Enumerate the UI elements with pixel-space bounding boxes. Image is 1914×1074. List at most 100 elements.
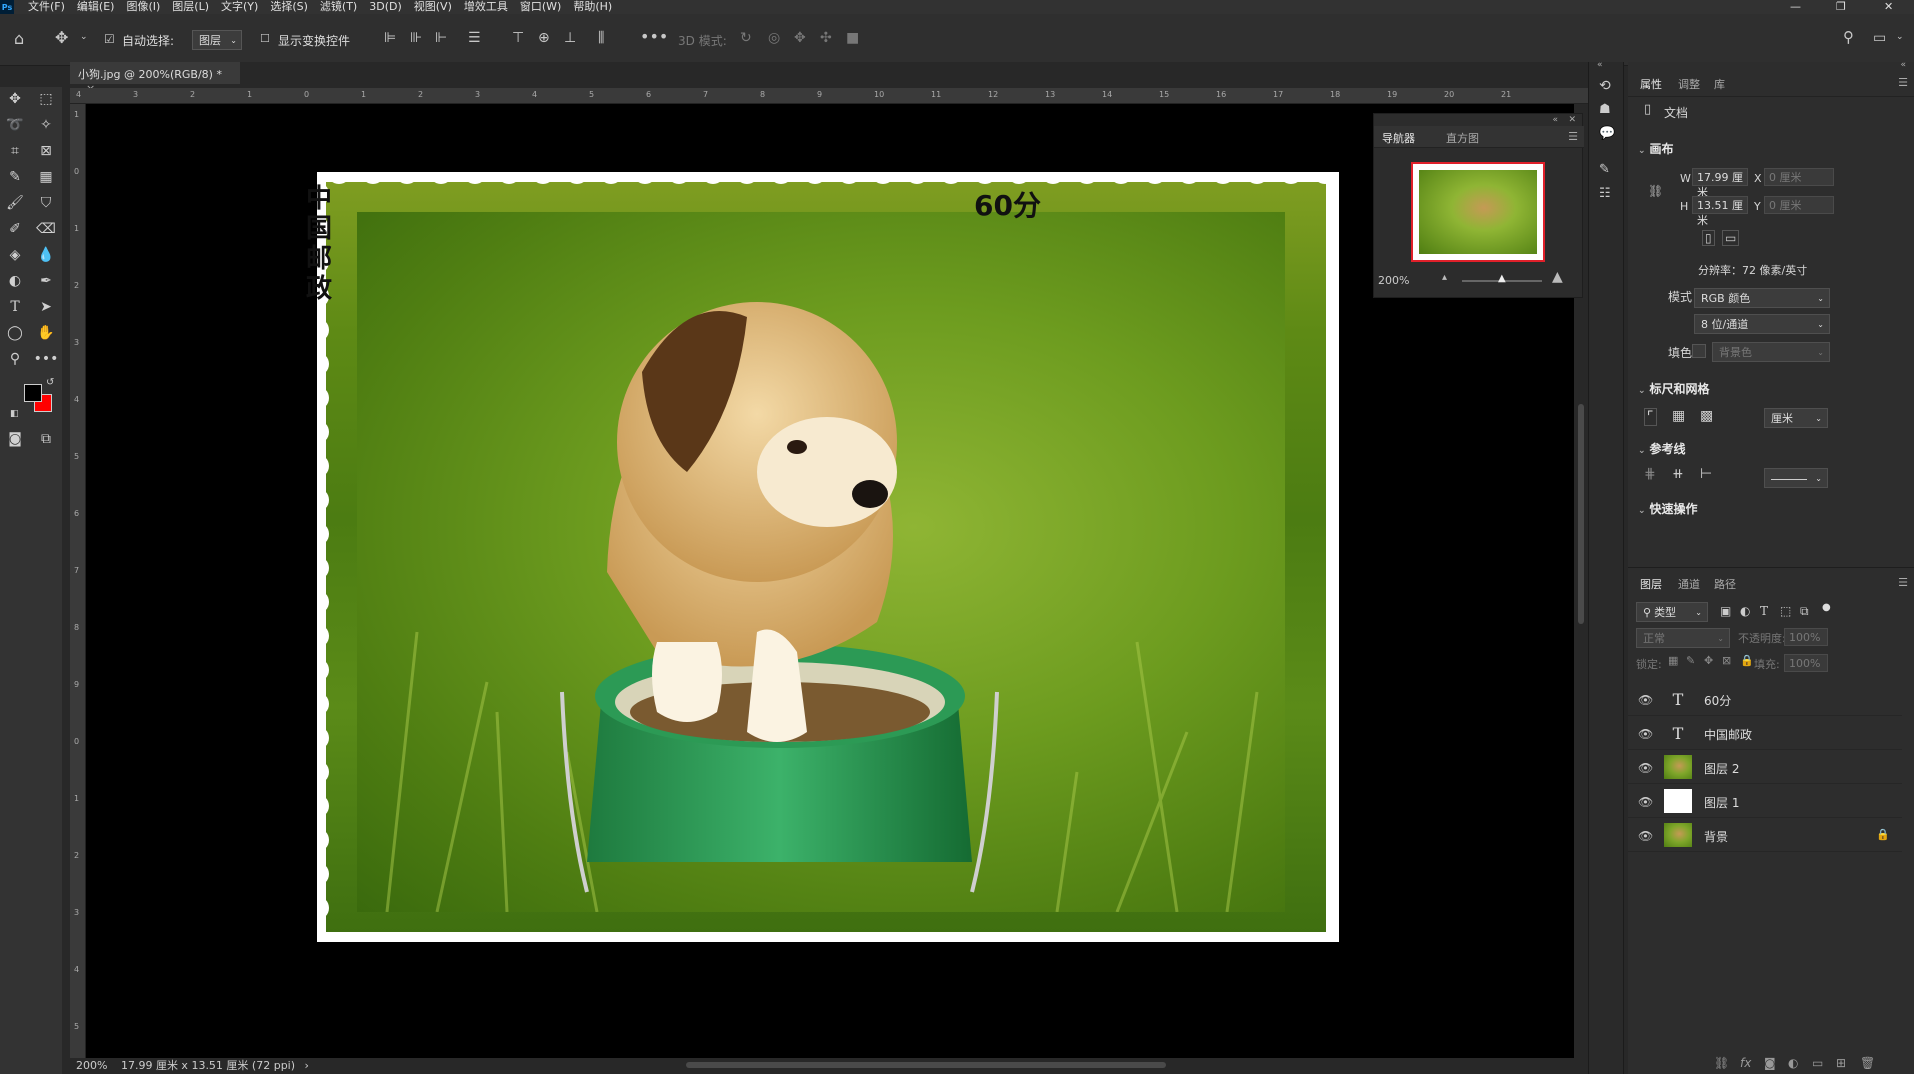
tab-channels[interactable]: 通道 <box>1678 576 1700 592</box>
layer-name[interactable]: 中国邮政 <box>1704 726 1752 743</box>
width-input[interactable]: 17.99 厘米 <box>1692 168 1748 199</box>
path-select-icon[interactable]: ➤ <box>33 295 59 319</box>
fill-dropdown[interactable]: 背景色 ⌄ <box>1712 342 1830 362</box>
dodge-tool-icon[interactable]: ◐ <box>2 269 28 293</box>
workspace-chevron-icon[interactable]: ⌄ <box>1896 33 1904 42</box>
lock-pixels-icon[interactable]: ✎ <box>1686 654 1695 667</box>
actions-panel-icon[interactable]: ☗ <box>1599 102 1611 117</box>
type-tool-icon[interactable]: T <box>2 295 28 319</box>
show-transform-checkbox[interactable]: ☐ <box>260 33 270 44</box>
adjust-sliders-icon[interactable]: ☷ <box>1599 186 1611 201</box>
auto-select-checkbox[interactable]: ☑ <box>104 33 115 45</box>
color-mode-dropdown[interactable]: RGB 颜色 ⌄ <box>1694 288 1830 308</box>
distribute-v-icon[interactable]: ⫼ <box>598 31 604 45</box>
new-layer-icon[interactable]: ⊞ <box>1836 1056 1846 1070</box>
ruler-unit-dropdown[interactable]: 厘米 ⌄ <box>1764 408 1828 428</box>
layer-filter-dropdown[interactable]: ⚲ 类型 ⌄ <box>1636 602 1708 622</box>
menu-image[interactable]: 图像(I) <box>126 0 160 14</box>
opacity-input[interactable]: 100% <box>1784 628 1828 646</box>
document-canvas[interactable]: 中国邮政 60分 <box>86 104 1574 1058</box>
marquee-tool-icon[interactable]: ⬚ <box>33 87 59 111</box>
document-tab[interactable]: 小狗.jpg @ 200%(RGB/8) * × <box>70 62 240 95</box>
lasso-tool-icon[interactable]: ➰ <box>2 113 28 137</box>
tab-navigator[interactable]: 导航器 <box>1382 130 1415 146</box>
layer-name[interactable]: 图层 1 <box>1704 794 1739 811</box>
new-group-icon[interactable]: ▭ <box>1812 1056 1823 1070</box>
menu-file[interactable]: 文件(F) <box>28 0 65 14</box>
close-panel-icon[interactable]: ✕ <box>1568 115 1576 125</box>
home-icon[interactable]: ⌂ <box>14 31 24 47</box>
menu-layer[interactable]: 图层(L) <box>172 0 209 14</box>
lock-position-icon[interactable]: ✥ <box>1704 654 1713 667</box>
filter-shape-icon[interactable]: ⬚ <box>1780 604 1791 618</box>
zoom-slider-handle-icon[interactable]: ▲ <box>1498 273 1506 284</box>
quick-mask-icon[interactable]: ◙ <box>2 427 28 451</box>
zoom-tool-icon[interactable]: ⚲ <box>2 347 28 371</box>
tab-layers[interactable]: 图层 <box>1640 576 1662 592</box>
move-tool-icon[interactable]: ✥ <box>2 87 28 111</box>
grid-toggle-icon[interactable]: ▦ <box>1672 408 1685 424</box>
menu-edit[interactable]: 编辑(E) <box>77 0 115 14</box>
x-input[interactable]: 0 厘米 <box>1764 168 1834 186</box>
screen-mode-icon[interactable]: ⧉ <box>33 427 59 451</box>
panel-menu-icon[interactable]: ☰ <box>1568 130 1578 143</box>
layer-row[interactable]: 👁 背景 🔒 <box>1628 818 1902 852</box>
visibility-eye-icon[interactable]: 👁 <box>1638 693 1653 707</box>
visibility-eye-icon[interactable]: 👁 <box>1638 727 1653 741</box>
brush-tool-icon[interactable]: 🖌 <box>2 191 28 215</box>
y-input[interactable]: 0 厘米 <box>1764 196 1834 214</box>
eyedropper-icon[interactable]: ✎ <box>2 165 28 189</box>
blur-tool-icon[interactable]: 💧 <box>33 243 59 267</box>
pen-tool-icon[interactable]: ✒ <box>33 269 59 293</box>
quick-actions-title[interactable]: ⌄ 快速操作 <box>1638 500 1698 517</box>
brush-settings-icon[interactable]: ✎ <box>1599 162 1610 177</box>
close-window-icon[interactable]: ✕ <box>1884 0 1893 13</box>
layer-name[interactable]: 图层 2 <box>1704 760 1739 777</box>
more-options-icon[interactable]: ••• <box>640 29 668 45</box>
layer-name[interactable]: 60分 <box>1704 692 1731 709</box>
fill-opacity-input[interactable]: 100% <box>1784 654 1828 672</box>
menu-window[interactable]: 窗口(W) <box>520 0 561 14</box>
visibility-eye-icon[interactable]: 👁 <box>1638 829 1653 843</box>
add-mask-icon[interactable]: ◙ <box>1764 1056 1776 1070</box>
foreground-color-swatch[interactable] <box>24 384 42 402</box>
zoom-out-icon[interactable]: ▴ <box>1442 272 1447 283</box>
stamp-tool-icon[interactable]: ⛉ <box>33 191 59 215</box>
crop-tool-icon[interactable]: ⌗ <box>2 139 28 163</box>
eraser-tool-icon[interactable]: ⌫ <box>33 217 59 241</box>
layer-row[interactable]: 👁 T 60分 <box>1628 682 1902 716</box>
paint-bucket-icon[interactable]: ◈ <box>2 243 28 267</box>
guides-title[interactable]: ⌄ 参考线 <box>1638 440 1686 457</box>
collapse-props-icon[interactable]: « <box>1900 60 1906 70</box>
guide-style-dropdown[interactable]: ⌄ <box>1764 468 1828 488</box>
layer-row[interactable]: 👁 图层 1 <box>1628 784 1902 818</box>
menu-help[interactable]: 帮助(H) <box>573 0 612 14</box>
menu-plugins[interactable]: 增效工具 <box>464 0 508 14</box>
visibility-eye-icon[interactable]: 👁 <box>1638 761 1653 775</box>
filter-toggle-icon[interactable]: ● <box>1822 602 1831 613</box>
frame-tool-icon[interactable]: ⊠ <box>33 139 59 163</box>
workspace-icon[interactable]: ▭ <box>1873 31 1886 45</box>
menu-filter[interactable]: 滤镜(T) <box>320 0 357 14</box>
align-left-icon[interactable]: ⊫ <box>384 31 396 45</box>
ruler-toggle-icon[interactable]: ⌜ <box>1644 408 1657 426</box>
tab-histogram[interactable]: 直方图 <box>1446 130 1479 146</box>
collapse-strip-icon[interactable]: « <box>1597 60 1603 70</box>
link-layers-icon[interactable]: ⛓ <box>1714 1056 1729 1070</box>
menu-type[interactable]: 文字(Y) <box>221 0 258 14</box>
delete-layer-icon[interactable]: 🗑 <box>1860 1056 1875 1070</box>
link-dimensions-icon[interactable]: ⛓ <box>1648 184 1663 198</box>
collapse-panel-icon[interactable]: « <box>1552 115 1558 125</box>
lock-all-icon[interactable]: 🔒 <box>1740 654 1754 667</box>
minimize-icon[interactable]: — <box>1790 0 1801 13</box>
filter-pixel-icon[interactable]: ▣ <box>1720 604 1731 618</box>
guide-smart-icon[interactable]: ⊢ <box>1700 466 1712 482</box>
restore-icon[interactable]: ❐ <box>1836 0 1846 13</box>
comments-panel-icon[interactable]: 💬 <box>1599 126 1615 141</box>
layer-name[interactable]: 背景 <box>1704 828 1728 845</box>
menu-select[interactable]: 选择(S) <box>270 0 308 14</box>
tab-paths[interactable]: 路径 <box>1714 576 1736 592</box>
history-panel-icon[interactable]: ⟲ <box>1599 78 1611 94</box>
tab-libraries[interactable]: 库 <box>1714 76 1725 92</box>
ellipse-tool-icon[interactable]: ◯ <box>2 321 28 345</box>
